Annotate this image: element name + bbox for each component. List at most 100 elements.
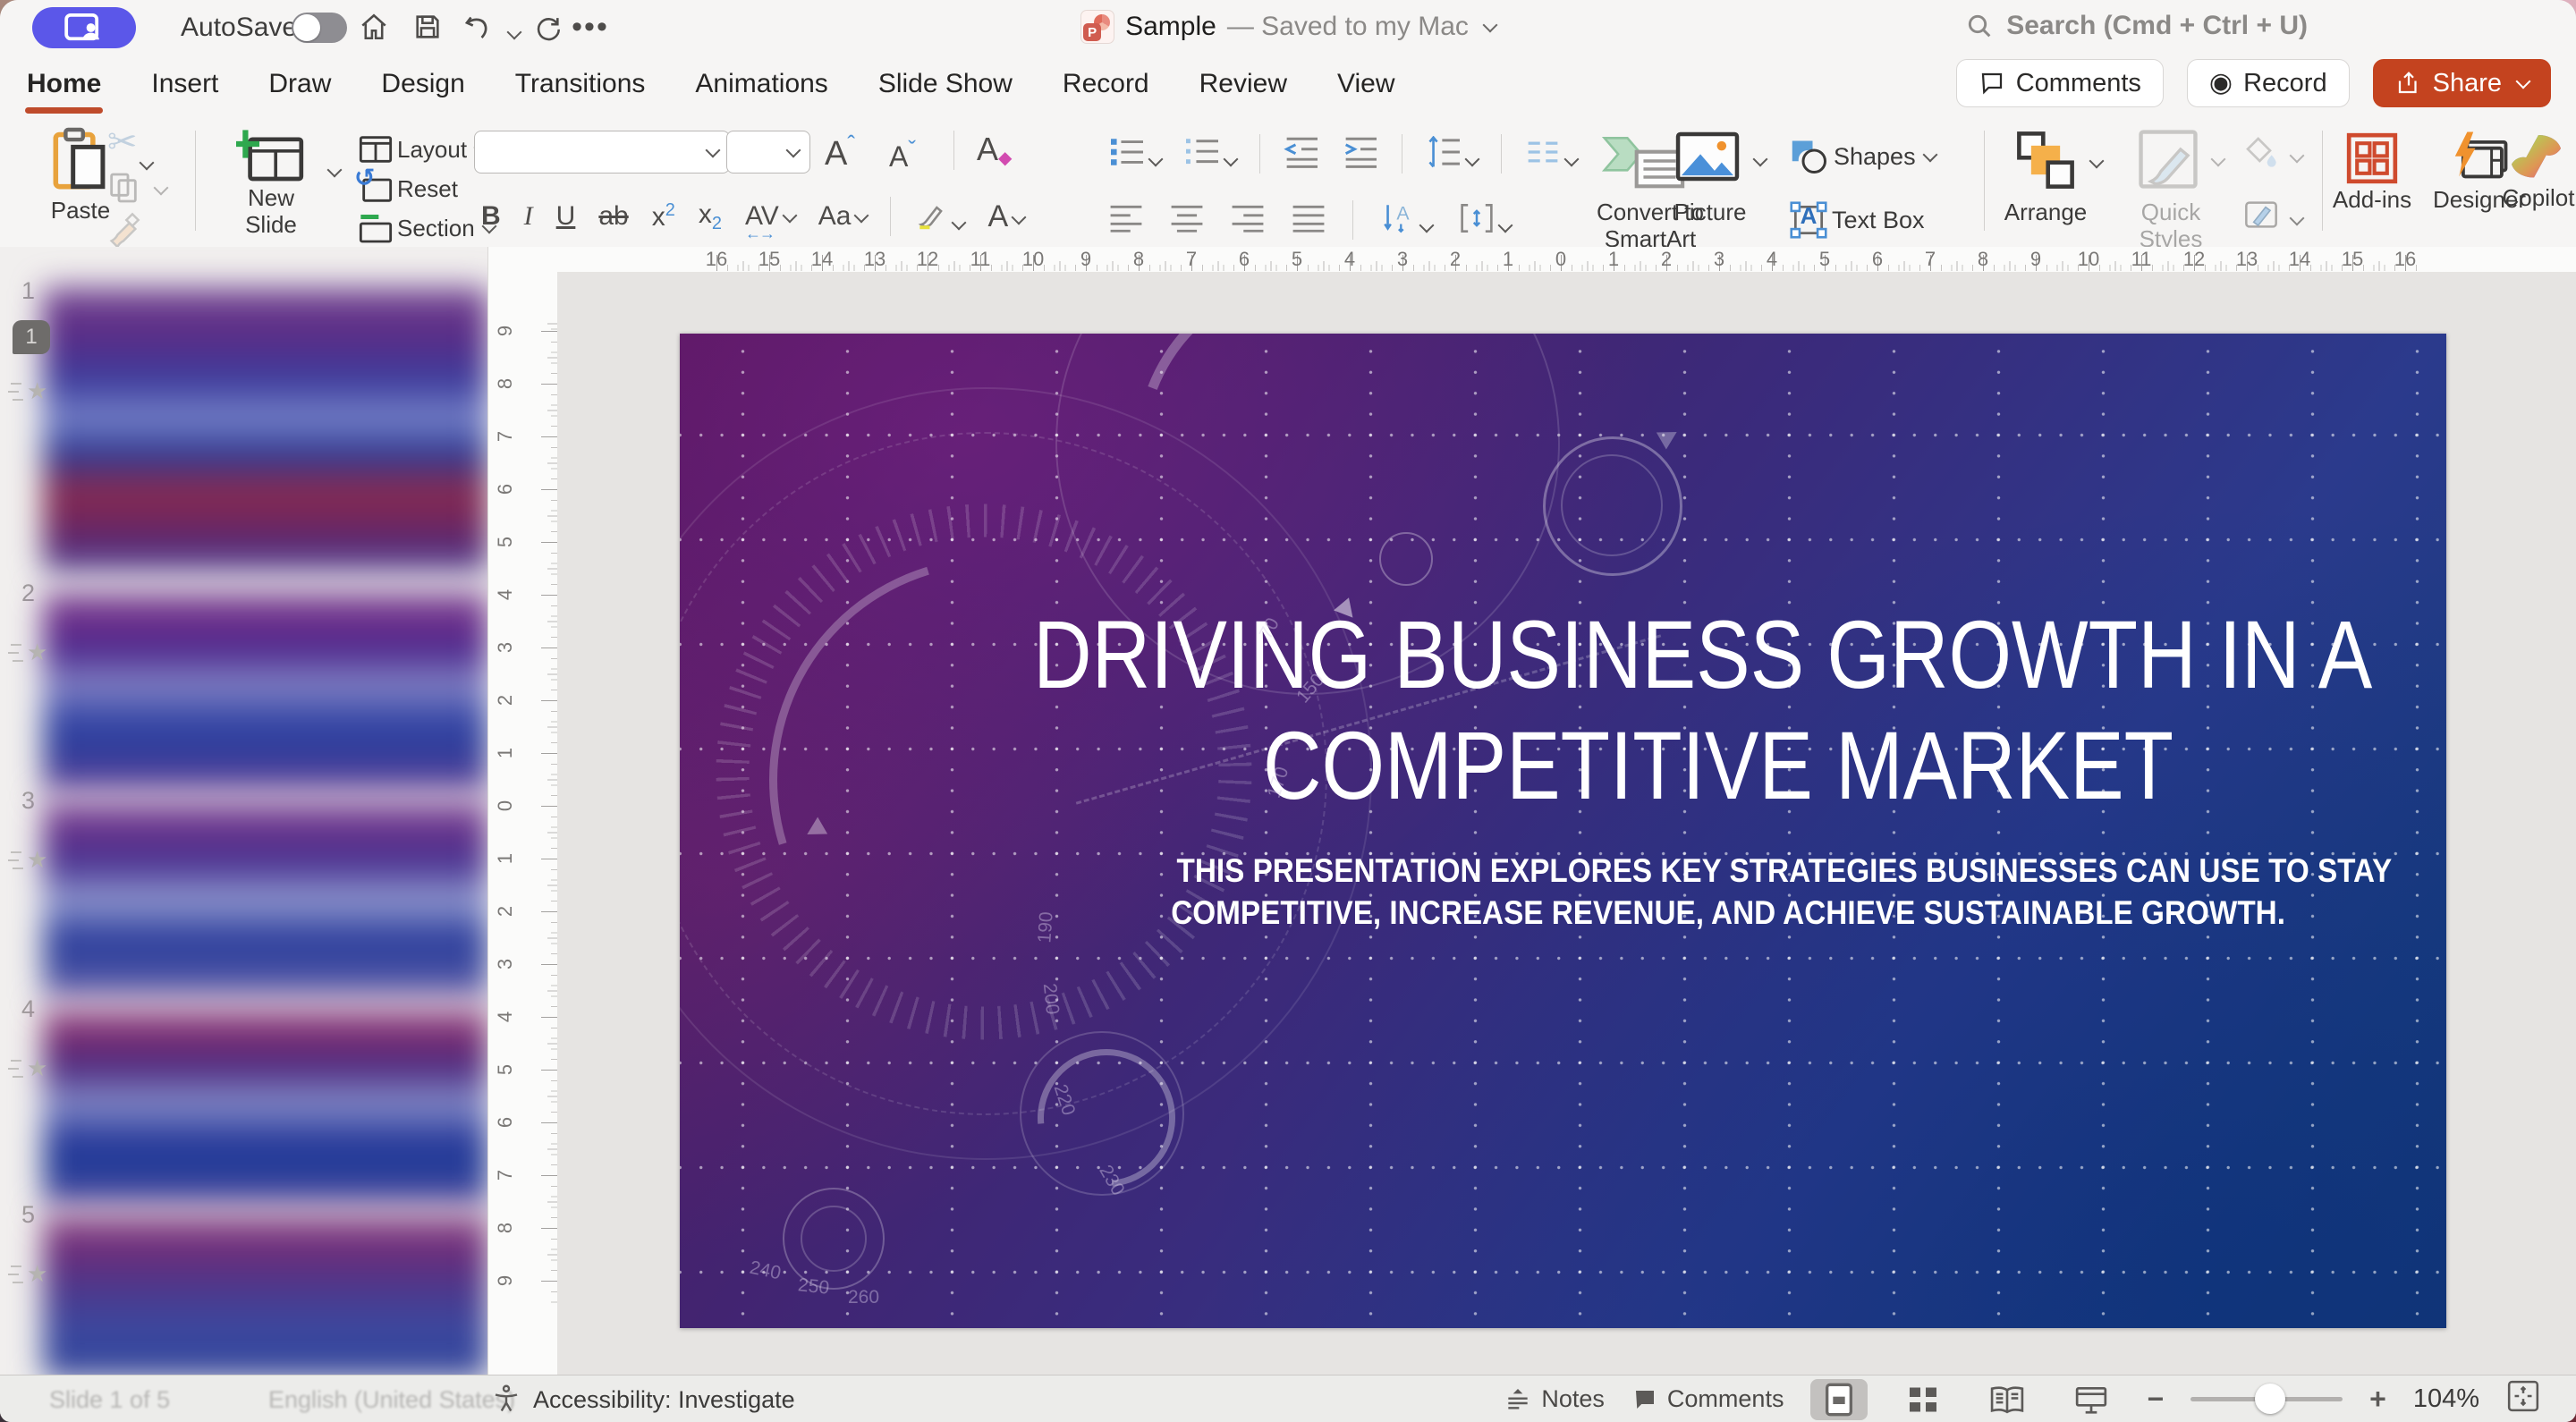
search-field[interactable]: Search (Cmd + Ctrl + U) xyxy=(1965,11,2308,41)
quick-styles-button[interactable] xyxy=(2136,127,2200,196)
align-left-button[interactable] xyxy=(1109,204,1143,237)
zoom-in-button[interactable]: + xyxy=(2369,1383,2386,1416)
change-case-button[interactable]: Aa xyxy=(818,201,869,232)
shapes-button[interactable]: Shapes xyxy=(1789,138,1938,175)
slide-sorter-view-button[interactable] xyxy=(1894,1379,1952,1420)
clear-formatting-button[interactable]: A◆ xyxy=(977,131,1012,169)
new-slide-button[interactable]: New Slide xyxy=(222,127,320,238)
tab-draw[interactable]: Draw xyxy=(267,65,333,103)
zoom-out-button[interactable]: − xyxy=(2147,1383,2164,1416)
vertical-ruler[interactable]: 9 8 7 6 5 4 3 2 1 0 1 2 3 4 5 6 7 8 9 xyxy=(487,272,558,1375)
tab-animations[interactable]: Animations xyxy=(693,65,829,103)
zoom-level[interactable]: 104% xyxy=(2413,1384,2479,1414)
font-name-combobox[interactable] xyxy=(474,131,730,174)
new-slide-chevron-icon[interactable] xyxy=(324,162,343,183)
format-painter-icon[interactable] xyxy=(106,211,141,251)
title-chevron-icon[interactable] xyxy=(1482,17,1498,33)
shape-outline-chevron-icon[interactable] xyxy=(2286,210,2305,232)
slide-1-editing-surface[interactable]: DRIVING BUSINESS GROWTH IN A COMPETITIVE… xyxy=(680,334,2446,1328)
copy-chevron-icon[interactable] xyxy=(150,180,169,201)
zoom-slider[interactable] xyxy=(2190,1384,2343,1414)
align-right-button[interactable] xyxy=(1231,204,1265,237)
bold-button[interactable]: B xyxy=(481,201,501,232)
shape-outline-button[interactable] xyxy=(2243,197,2279,237)
slide-1-comment-badge[interactable]: 1 xyxy=(13,320,50,354)
document-save-status[interactable]: — Saved to my Mac xyxy=(1227,12,1469,42)
align-text-button[interactable] xyxy=(1459,202,1513,239)
slide-title[interactable]: DRIVING BUSINESS GROWTH IN A COMPETITIVE… xyxy=(778,599,2372,821)
bullets-button[interactable] xyxy=(1109,136,1164,173)
home-icon[interactable] xyxy=(356,11,392,43)
slide-5-thumbnail[interactable] xyxy=(42,1214,487,1375)
quick-styles-chevron-icon[interactable] xyxy=(2207,151,2226,173)
slide-3-thumbnail[interactable] xyxy=(42,799,487,1001)
accessibility-status[interactable]: Accessibility: Investigate xyxy=(533,1386,795,1414)
fit-slide-button[interactable] xyxy=(2506,1379,2540,1419)
notes-button[interactable]: Notes xyxy=(1504,1385,1605,1414)
tab-transitions[interactable]: Transitions xyxy=(513,65,648,103)
reading-view-button[interactable] xyxy=(1979,1379,2036,1420)
layout-button[interactable]: Layout xyxy=(358,134,489,165)
tab-record[interactable]: Record xyxy=(1061,65,1151,103)
font-size-combobox[interactable] xyxy=(726,131,810,174)
slide-3-transition-star-icon[interactable]: ★ xyxy=(10,846,47,874)
slide-1-thumbnail[interactable] xyxy=(42,287,487,571)
section-button[interactable]: Section xyxy=(358,213,497,243)
statusbar-comments-button[interactable]: Comments xyxy=(1631,1385,1784,1413)
numbering-button[interactable] xyxy=(1184,136,1239,173)
tab-review[interactable]: Review xyxy=(1198,65,1289,103)
slide-2-thumbnail[interactable] xyxy=(42,591,487,793)
slide-2-transition-star-icon[interactable]: ★ xyxy=(10,639,47,666)
cut-icon[interactable]: ✂ xyxy=(107,122,138,163)
decrease-indent-button[interactable] xyxy=(1284,136,1319,173)
more-commands-icon[interactable]: ••• xyxy=(572,10,608,44)
italic-button[interactable]: I xyxy=(524,201,533,232)
character-spacing-button[interactable]: AV ←→ xyxy=(745,201,798,242)
undo-icon[interactable] xyxy=(460,11,496,43)
slideshow-view-button[interactable] xyxy=(2063,1379,2120,1420)
strikethrough-button[interactable]: ab xyxy=(598,201,628,232)
picture-button[interactable] xyxy=(1674,131,1741,187)
slide-5-transition-star-icon[interactable]: ★ xyxy=(10,1260,47,1288)
slide-subtitle[interactable]: THIS PRESENTATION EXPLORES KEY STRATEGIE… xyxy=(1109,850,2392,934)
textbox-button[interactable]: A Text Box xyxy=(1789,200,1925,240)
undo-chevron-icon[interactable] xyxy=(494,18,530,50)
shape-fill-chevron-icon[interactable] xyxy=(2286,148,2305,169)
tab-view[interactable]: View xyxy=(1335,65,1396,103)
copilot-button[interactable]: Copilot xyxy=(2501,131,2576,211)
text-direction-button[interactable]: A xyxy=(1380,202,1435,239)
shrink-font-button[interactable]: Aˇ xyxy=(889,136,916,174)
increase-indent-button[interactable] xyxy=(1343,136,1378,173)
slide-1-transition-star-icon[interactable]: ★ xyxy=(10,377,47,405)
reset-button[interactable]: ↺ Reset xyxy=(354,164,458,204)
tab-home[interactable]: Home xyxy=(25,65,104,114)
slide-4-transition-star-icon[interactable]: ★ xyxy=(10,1054,47,1082)
shape-fill-button[interactable] xyxy=(2243,134,2279,174)
subscript-button[interactable]: x2 xyxy=(699,199,722,234)
superscript-button[interactable]: x2 xyxy=(652,200,675,233)
copy-icon[interactable] xyxy=(106,170,141,210)
tab-slide-show[interactable]: Slide Show xyxy=(877,65,1014,103)
horizontal-ruler[interactable]: 16 15 14 13 12 11 10 9 8 7 6 5 4 3 2 1 0 1 2 3 4 5 6 7 8 9 10 11 12 1… xyxy=(557,247,2576,273)
font-color-button[interactable]: A xyxy=(987,199,1027,234)
tab-insert[interactable]: Insert xyxy=(149,65,220,103)
comments-button[interactable]: Comments xyxy=(1955,59,2164,107)
save-icon[interactable] xyxy=(410,11,445,43)
presenter-mode-button[interactable] xyxy=(32,7,136,48)
align-center-button[interactable] xyxy=(1170,204,1204,237)
addins-button[interactable]: Add-ins xyxy=(2329,131,2415,213)
tab-design[interactable]: Design xyxy=(379,65,466,103)
record-button[interactable]: ◉ Record xyxy=(2186,59,2350,107)
autosave-toggle[interactable] xyxy=(292,13,347,43)
columns-button[interactable] xyxy=(1525,136,1580,173)
normal-view-button[interactable] xyxy=(1810,1378,1868,1420)
underline-button[interactable]: U xyxy=(556,201,576,232)
grow-font-button[interactable]: Aˆ xyxy=(825,131,855,174)
slide-4-thumbnail[interactable] xyxy=(42,1007,487,1207)
picture-chevron-icon[interactable] xyxy=(1750,151,1768,173)
share-button[interactable]: Share xyxy=(2372,59,2551,107)
zoom-slider-thumb[interactable] xyxy=(2255,1384,2286,1414)
justify-button[interactable] xyxy=(1292,204,1326,237)
line-spacing-button[interactable] xyxy=(1426,135,1480,173)
highlight-button[interactable] xyxy=(914,198,967,236)
